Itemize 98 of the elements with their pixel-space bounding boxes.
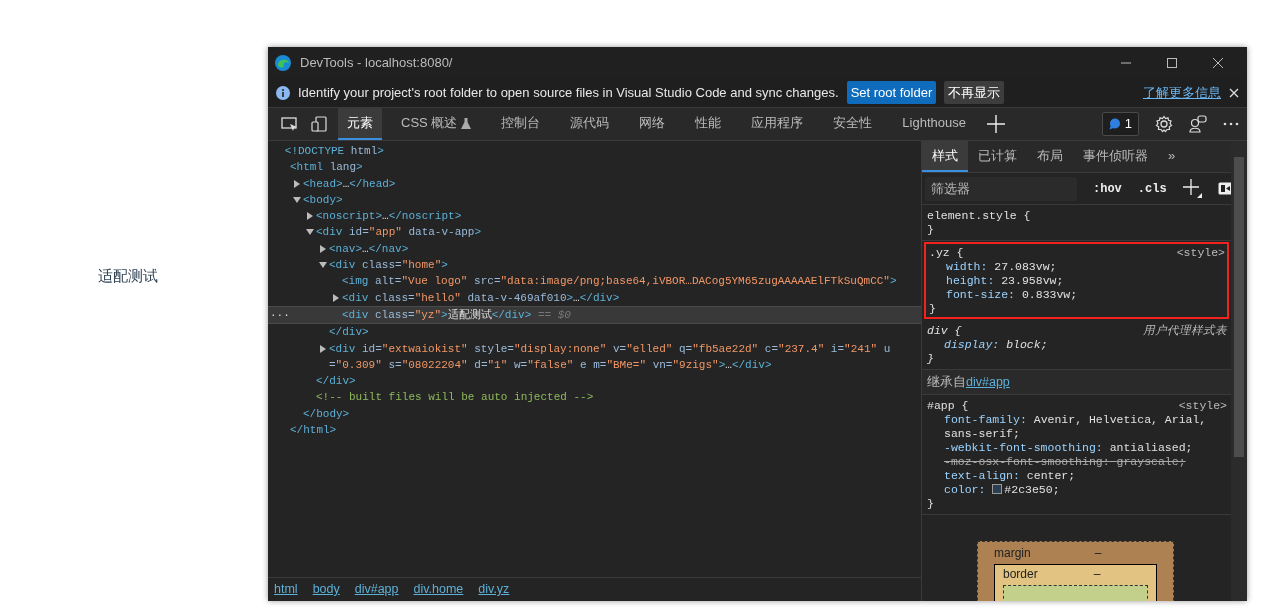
sidebar-tab[interactable]: 事件侦听器 — [1073, 141, 1158, 172]
console-reference: == $0 — [537, 308, 571, 321]
margin-value: – — [1093, 546, 1102, 560]
css-selector: #app { — [927, 399, 969, 413]
dom-node-line[interactable]: <div id="extwaiokist" style="display:none" v="elled" q="fb5ae22d" c="237.4" i="241" u="0.309" s="08022204" d="1" w="false" e m="BMe=" vn="9zigs">…</div> — [329, 340, 913, 374]
more-tabs-button[interactable]: » — [1158, 141, 1186, 172]
css-selector: element.style { — [927, 209, 1031, 223]
dom-node-line[interactable]: <noscript>…</noscript> — [316, 208, 462, 225]
css-declaration: text-align: center; — [943, 469, 1077, 483]
border-value: – — [1092, 567, 1101, 581]
breadcrumb-link[interactable]: html — [274, 580, 298, 599]
inherited-label: 继承自 — [927, 375, 966, 389]
chat-bubble-icon — [1108, 118, 1121, 130]
element-link[interactable]: div#app — [966, 375, 1010, 389]
css-declaration: font-size: 0.833vw; — [945, 288, 1079, 302]
info-icon — [276, 85, 290, 100]
css-declaration: height: 23.958vw; — [945, 274, 1065, 288]
page-text: 适配测试 — [98, 266, 158, 286]
disclosure-triangle-icon[interactable] — [293, 195, 301, 204]
device-icon — [311, 116, 327, 132]
panel-tab[interactable]: 性能 — [686, 108, 731, 140]
disclosure-triangle-icon[interactable] — [319, 261, 327, 270]
sidebar-tab[interactable]: 布局 — [1027, 141, 1073, 172]
row-menu[interactable]: ··· — [270, 306, 290, 324]
learn-more-link[interactable]: 了解更多信息 — [1143, 82, 1221, 103]
dom-node-line[interactable]: </div> — [329, 324, 369, 341]
feedback-icon[interactable] — [1189, 115, 1207, 133]
close-icon[interactable] — [1229, 87, 1239, 98]
add-icon[interactable] — [986, 115, 1005, 133]
add-rule-icon[interactable] — [1182, 179, 1202, 198]
css-declaration: -moz-osx-font-smoothing: grayscale; — [943, 455, 1187, 469]
css-declaration: -webkit-font-smoothing: antialiased; — [943, 441, 1194, 455]
panel-tab[interactable]: Lighthouse — [893, 108, 975, 140]
inspect-icon — [280, 116, 298, 132]
dom-node-line[interactable]: <!-- built files will be auto injected --> — [316, 389, 594, 406]
panel-tab[interactable]: 控制台 — [492, 108, 550, 140]
closing-brace: } — [929, 302, 937, 316]
filter-field[interactable]: 筛选器 — [925, 176, 1077, 201]
breadcrumb-link[interactable]: div.yz — [478, 580, 510, 599]
toggle-button[interactable]: .cls — [1137, 179, 1167, 198]
toggle-button[interactable]: :hov — [1093, 179, 1122, 198]
css-declaration: font-family: Avenir, Helvetica, Arial, sans-serif; — [943, 413, 1208, 441]
maximize-icon — [1167, 57, 1177, 68]
set-root-folder-button[interactable]: Set root folder — [846, 80, 937, 105]
dom-node-line[interactable]: </div> — [316, 373, 356, 390]
browser-logo-icon — [274, 53, 292, 72]
css-selector: .yz { — [929, 246, 964, 260]
dom-node-line[interactable]: <nav>…</nav> — [329, 240, 409, 258]
more-options-icon[interactable] — [1223, 122, 1239, 126]
margin-label: margin — [994, 546, 1031, 560]
closing-brace: } — [927, 352, 935, 366]
panel-tab[interactable]: 源代码 — [561, 108, 619, 140]
dom-node-line[interactable]: <head>…</head> — [303, 175, 396, 192]
css-declaration: width: 27.083vw; — [945, 260, 1058, 274]
css-declaration: display: block; — [943, 338, 1049, 352]
dom-node-line[interactable]: <div id="app" data-v-app> — [316, 224, 482, 241]
rule-source[interactable]: <style> — [1178, 399, 1227, 413]
breadcrumb-link[interactable]: body — [312, 580, 340, 599]
disclosure-triangle-icon[interactable] — [319, 344, 327, 353]
dom-node-line[interactable]: <div class="yz">适配测试</div> — [342, 306, 532, 324]
rule-source: 用户代理样式表 — [1143, 324, 1227, 338]
breadcrumb-link[interactable]: div.home — [413, 580, 464, 599]
panel-tab[interactable]: 安全性 — [824, 108, 882, 140]
dom-node-line[interactable]: <div class="hello" data-v-469af010>…</div> — [342, 289, 620, 306]
dom-node-line[interactable]: <html lang> — [290, 159, 363, 176]
sidebar-tab[interactable]: 样式 — [922, 141, 968, 172]
border-label: border — [1003, 567, 1038, 581]
close-icon — [1213, 57, 1223, 68]
css-selector: div { — [927, 324, 962, 338]
dom-node-line[interactable]: </body> — [303, 405, 350, 423]
sidebar-tab[interactable]: 已计算 — [968, 141, 1027, 172]
settings-icon[interactable] — [1155, 115, 1173, 133]
dom-node-line[interactable]: <img alt="Vue logo" src="data:image/png;base64,iVBOR…DACog5YM65zugAAAAAElFTkSuQmCC"> — [342, 273, 897, 290]
color-swatch[interactable] — [992, 484, 1003, 494]
dom-node-line[interactable]: <!DOCTYPE html> — [284, 143, 384, 160]
dismiss-button[interactable]: 不再显示 — [944, 80, 1005, 105]
window-title: DevTools - localhost:8080/ — [300, 53, 453, 72]
panel-tab[interactable]: 应用程序 — [742, 108, 813, 140]
disclosure-triangle-icon[interactable] — [293, 179, 301, 188]
disclosure-triangle-icon[interactable] — [332, 293, 340, 302]
panel-tab[interactable]: CSS 概述 — [392, 108, 481, 140]
css-declaration: color: #2c3e50; — [943, 483, 1061, 497]
panel-tab[interactable]: 元素 — [338, 108, 382, 140]
breadcrumb-link[interactable]: div#app — [354, 580, 399, 599]
closing-brace: } — [927, 497, 935, 511]
closing-brace: } — [927, 223, 935, 237]
info-message: Identify your project's root folder to open source files in Visual Studio Code and sync changes. — [298, 83, 839, 102]
disclosure-triangle-icon[interactable] — [306, 228, 314, 237]
issues-button[interactable]: 1 — [1101, 112, 1139, 136]
disclosure-triangle-icon[interactable] — [319, 244, 327, 253]
dom-node-line[interactable]: <body> — [303, 191, 343, 209]
dom-node-line[interactable]: </html> — [290, 422, 337, 439]
dom-node-line[interactable]: <div class="home"> — [329, 257, 448, 274]
disclosure-triangle-icon[interactable] — [306, 212, 314, 221]
scrollbar[interactable] — [1231, 141, 1247, 601]
panel-tab[interactable]: 网络 — [630, 108, 675, 140]
rule-source[interactable]: <style> — [1176, 246, 1225, 260]
flask-icon — [461, 117, 472, 129]
